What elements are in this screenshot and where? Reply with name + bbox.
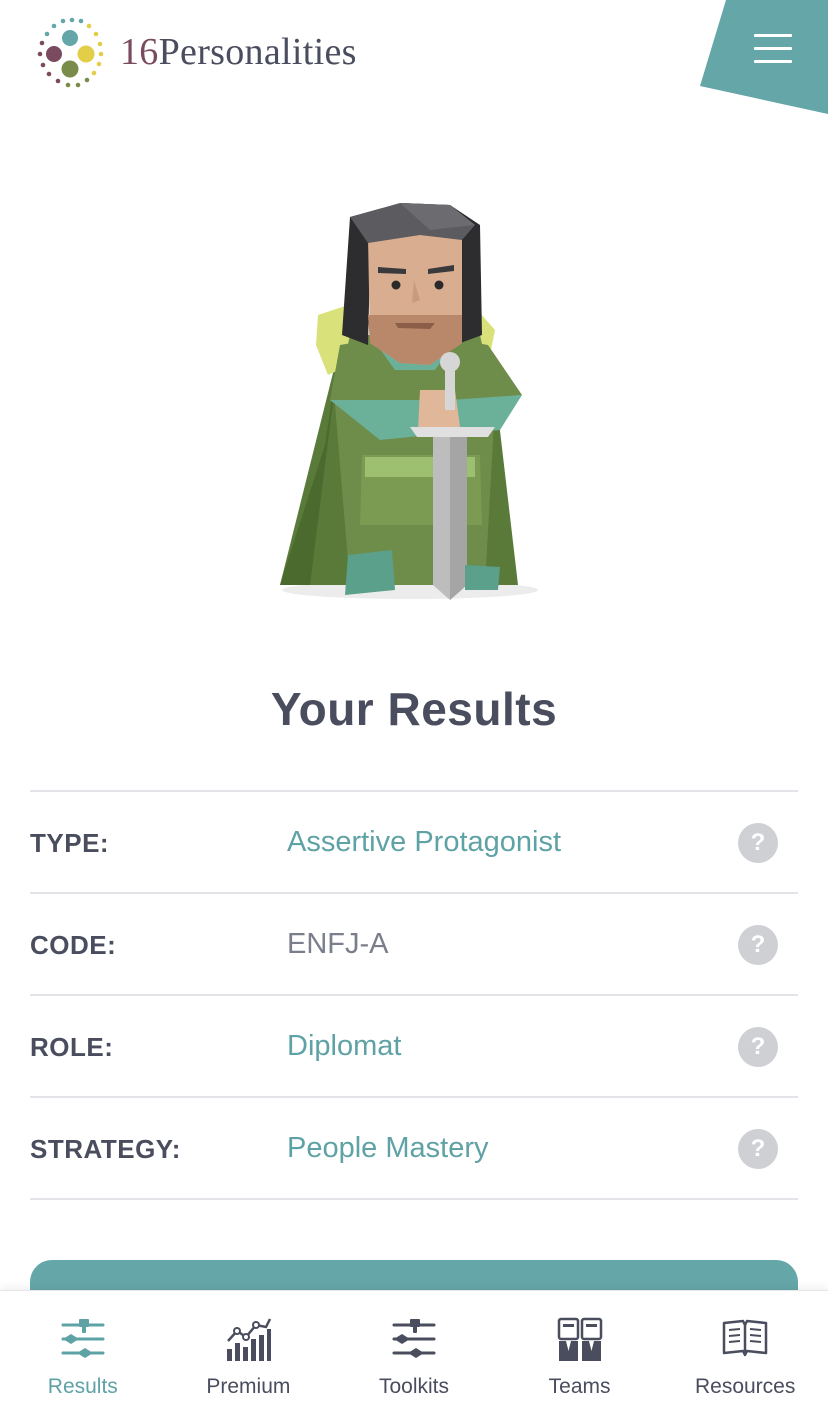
result-row-code: CODE: ENFJ-A ? bbox=[30, 894, 798, 996]
result-value-link[interactable]: People Mastery bbox=[287, 1132, 489, 1165]
teams-people-icon bbox=[557, 1317, 602, 1361]
page-title: Your Results bbox=[270, 683, 558, 735]
resources-book-icon bbox=[722, 1319, 768, 1357]
tab-label: Results bbox=[47, 1375, 118, 1398]
result-label: TYPE: bbox=[30, 828, 110, 858]
results-table: TYPE: Assertive Protagonist ? CODE: ENFJ… bbox=[30, 790, 798, 1200]
tab-toolkits[interactable]: Toolkits bbox=[331, 1291, 497, 1423]
result-label: CODE: bbox=[30, 930, 117, 960]
result-value-link[interactable]: Assertive Protagonist bbox=[287, 826, 561, 859]
tab-premium[interactable]: Premium bbox=[166, 1291, 332, 1423]
toolkits-sliders-icon bbox=[392, 1319, 436, 1358]
help-icon[interactable]: ? bbox=[738, 1129, 778, 1169]
hamburger-menu-icon[interactable] bbox=[754, 34, 792, 66]
tab-label: Resources bbox=[694, 1375, 796, 1398]
results-sliders-icon bbox=[61, 1319, 105, 1358]
tab-resources[interactable]: Resources bbox=[662, 1291, 828, 1423]
help-icon[interactable]: ? bbox=[738, 823, 778, 863]
result-row-role: ROLE: Diplomat ? bbox=[30, 996, 798, 1098]
logo-number: 16 bbox=[120, 31, 159, 73]
logo-wordmark[interactable]: 16Personalities bbox=[120, 30, 357, 74]
help-icon[interactable]: ? bbox=[738, 925, 778, 965]
result-value: ENFJ-A bbox=[287, 928, 389, 960]
result-value-link[interactable]: Diplomat bbox=[287, 1030, 401, 1063]
tab-label: Teams bbox=[548, 1375, 611, 1398]
result-row-type: TYPE: Assertive Protagonist ? bbox=[30, 792, 798, 894]
help-icon[interactable]: ? bbox=[738, 1027, 778, 1067]
app-header: 16Personalities bbox=[0, 0, 828, 120]
tab-label: Premium bbox=[206, 1375, 291, 1398]
result-row-strategy: STRATEGY: People Mastery ? bbox=[30, 1098, 798, 1200]
protagonist-character-illustration bbox=[280, 203, 538, 600]
logo-word: Personalities bbox=[158, 31, 357, 73]
premium-chart-icon bbox=[227, 1318, 272, 1361]
bottom-tab-bar: Results Premium Toolkits Teams Resources bbox=[0, 1290, 828, 1423]
tab-results[interactable]: Results bbox=[0, 1291, 166, 1423]
logo-dots-icon[interactable] bbox=[32, 16, 112, 92]
result-label: ROLE: bbox=[30, 1032, 114, 1062]
tab-teams[interactable]: Teams bbox=[497, 1291, 663, 1423]
result-label: STRATEGY: bbox=[30, 1134, 181, 1164]
tab-label: Toolkits bbox=[378, 1375, 449, 1398]
